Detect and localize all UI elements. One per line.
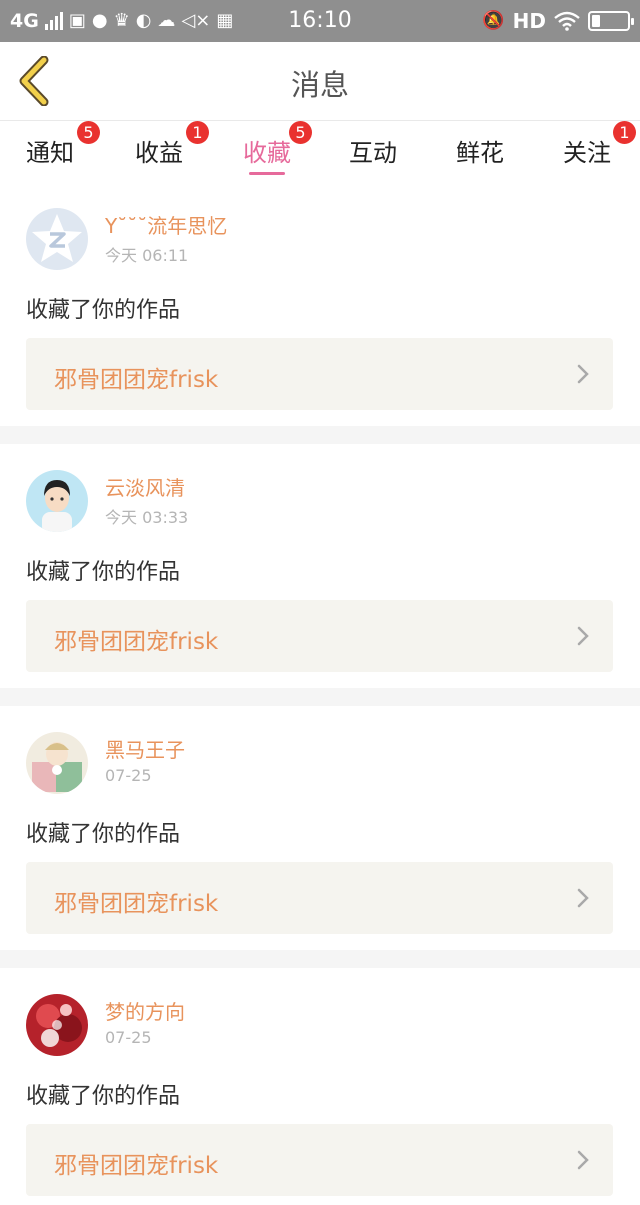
unread-badge: 1 xyxy=(613,121,636,144)
work-title: 邪骨团团宠frisk xyxy=(54,1153,219,1179)
message-action: 收藏了你的作品 xyxy=(26,822,181,847)
work-link[interactable]: 邪骨团团宠frisk xyxy=(26,1124,613,1196)
tab-earnings[interactable]: 收益 1 xyxy=(109,121,209,183)
wifi-icon xyxy=(554,11,580,31)
username[interactable]: Y˘˘˘流年思忆 xyxy=(105,210,227,239)
avatar[interactable] xyxy=(26,208,88,270)
work-link[interactable]: 邪骨团团宠frisk xyxy=(26,338,613,410)
section-divider xyxy=(0,688,640,706)
message-item: Y˘˘˘流年思忆 今天 06:11 收藏了你的作品 邪骨团团宠frisk xyxy=(0,208,640,452)
tab-interactions[interactable]: 互动 xyxy=(323,121,423,183)
chevron-right-icon xyxy=(577,626,589,646)
username[interactable]: 云淡风清 xyxy=(105,472,185,501)
work-title: 邪骨团团宠frisk xyxy=(54,629,219,655)
battery-icon xyxy=(588,11,634,31)
tab-notifications[interactable]: 通知 5 xyxy=(0,121,100,183)
page-title: 消息 xyxy=(290,68,349,102)
unread-badge: 1 xyxy=(186,121,209,144)
message-time: 今天 06:11 xyxy=(105,246,189,265)
message-time: 07-25 xyxy=(105,766,152,785)
unread-badge: 5 xyxy=(77,121,100,144)
app-header: 消息 xyxy=(0,42,640,120)
section-divider xyxy=(0,426,640,444)
message-time: 07-25 xyxy=(105,1028,152,1047)
tab-favorites[interactable]: 收藏 5 xyxy=(217,121,317,183)
work-title: 邪骨团团宠frisk xyxy=(54,367,219,393)
status-bar: 4G ▣ ● ♛ ◐ ☁ ◁× ▦ 16:10 🔕 HD xyxy=(0,0,640,42)
message-item: 梦的方向 07-25 收藏了你的作品 邪骨团团宠frisk xyxy=(0,994,640,1205)
red-floral-avatar-icon xyxy=(36,1004,82,1047)
section-divider xyxy=(0,950,640,968)
anime-girl-avatar-icon xyxy=(32,742,82,792)
tab-flowers[interactable]: 鲜花 xyxy=(430,121,530,183)
tab-label: 鲜花 xyxy=(456,139,504,167)
unread-badge: 5 xyxy=(289,121,312,144)
avatar[interactable] xyxy=(26,732,88,794)
hd-label: HD xyxy=(512,9,546,33)
chevron-right-icon xyxy=(577,1150,589,1170)
tab-follows[interactable]: 关注 1 xyxy=(537,121,637,183)
avatar[interactable] xyxy=(26,470,88,532)
chevron-right-icon xyxy=(577,888,589,908)
qq-avatar-icon xyxy=(32,214,82,262)
message-time: 今天 03:33 xyxy=(105,508,189,527)
avatar[interactable] xyxy=(26,994,88,1056)
message-action: 收藏了你的作品 xyxy=(26,1084,181,1109)
message-item: 云淡风清 今天 03:33 收藏了你的作品 邪骨团团宠frisk xyxy=(0,470,640,714)
message-action: 收藏了你的作品 xyxy=(26,560,181,585)
bell-off-icon: 🔕 xyxy=(482,10,505,31)
message-action: 收藏了你的作品 xyxy=(26,298,181,323)
status-right-icons: 🔕 HD xyxy=(482,8,634,34)
cartoon-boy-avatar-icon xyxy=(42,480,72,532)
active-tab-indicator xyxy=(249,172,285,175)
message-tabs: 通知 5 收益 1 收藏 5 互动 鲜花 关注 1 xyxy=(0,120,640,182)
work-link[interactable]: 邪骨团团宠frisk xyxy=(26,600,613,672)
chevron-right-icon xyxy=(577,364,589,384)
message-item: 黑马王子 07-25 收藏了你的作品 邪骨团团宠frisk xyxy=(0,732,640,976)
username[interactable]: 梦的方向 xyxy=(105,996,185,1025)
tab-label: 互动 xyxy=(349,139,397,167)
username[interactable]: 黑马王子 xyxy=(105,734,185,763)
work-title: 邪骨团团宠frisk xyxy=(54,891,219,917)
work-link[interactable]: 邪骨团团宠frisk xyxy=(26,862,613,934)
